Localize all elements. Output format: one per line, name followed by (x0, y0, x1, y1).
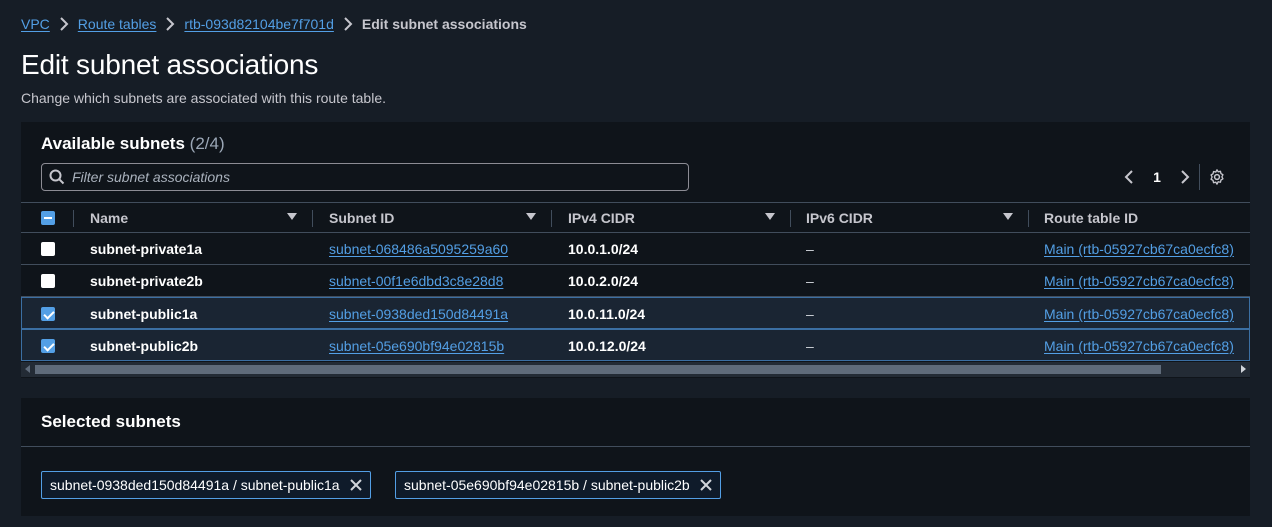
row-checkbox[interactable] (41, 338, 55, 353)
selected-subnet-token: subnet-05e690bf94e02815b / subnet-public… (395, 471, 721, 499)
ipv6-cidr: – (806, 337, 814, 354)
scrollbar-thumb[interactable] (35, 365, 1161, 374)
breadcrumb-vpc[interactable]: VPC (21, 16, 50, 32)
subnet-name: subnet-public1a (90, 305, 198, 322)
available-subnets-count: (2/4) (189, 134, 225, 153)
route-table-link[interactable]: Main (rtb-05927cb67ca0ecfc8) (1044, 298, 1234, 329)
search-icon (42, 169, 72, 185)
table-row[interactable]: subnet-private1a subnet-068486a5095259a6… (21, 233, 1250, 265)
remove-token-button[interactable] (346, 475, 366, 495)
subnet-id-link[interactable]: subnet-0938ded150d84491a (329, 298, 508, 329)
ipv4-cidr: 10.0.2.0/24 (568, 272, 639, 289)
ipv4-cidr: 10.0.1.0/24 (568, 240, 639, 257)
available-subnets-panel: Available subnets (2/4) 1 (21, 122, 1250, 378)
row-checkbox[interactable] (41, 273, 55, 288)
column-divider (1028, 210, 1029, 227)
close-icon (699, 479, 712, 491)
subnet-id-link[interactable]: subnet-00f1e6dbd3c8e28d8 (329, 265, 503, 296)
breadcrumb-route-tables[interactable]: Route tables (78, 16, 157, 32)
filter-input[interactable] (72, 169, 672, 185)
row-select-cell (41, 330, 55, 361)
breadcrumb-route-table-id[interactable]: rtb-093d82104be7f701d (184, 16, 333, 32)
column-divider (551, 210, 552, 227)
chevron-right-icon (50, 17, 78, 31)
row-select-cell (41, 265, 55, 296)
select-all-checkbox[interactable] (41, 211, 55, 225)
subnet-id-link[interactable]: subnet-05e690bf94e02815b (329, 330, 504, 361)
scroll-left-icon[interactable] (25, 365, 30, 373)
filter-field[interactable] (41, 163, 689, 191)
ipv4-cidr: 10.0.12.0/24 (568, 337, 646, 354)
scroll-right-icon[interactable] (1241, 365, 1246, 373)
sort-down-icon (765, 213, 775, 220)
column-route-table-label: Route table ID (1044, 210, 1139, 226)
page: VPC Route tables rtb-093d82104be7f701d E… (0, 0, 1272, 527)
column-divider (790, 210, 791, 227)
table-header: Name Subnet ID IPv4 CIDR IPv6 CIDR Route… (21, 202, 1250, 233)
breadcrumb-current: Edit subnet associations (361, 16, 527, 32)
horizontal-scrollbar[interactable] (21, 362, 1250, 377)
next-page-button[interactable] (1176, 165, 1194, 189)
chevron-right-icon (334, 17, 362, 31)
column-subnet-id-label: Subnet ID (329, 210, 395, 226)
page-title: Edit subnet associations (21, 49, 319, 80)
column-header-route-table[interactable]: Route table ID (1044, 203, 1244, 233)
column-divider (312, 210, 313, 227)
remove-token-button[interactable] (696, 475, 716, 495)
table-row-selected[interactable]: subnet-public1a subnet-0938ded150d84491a… (21, 297, 1250, 329)
settings-button[interactable] (1206, 166, 1228, 188)
column-divider (73, 210, 74, 227)
column-header-subnet-id[interactable]: Subnet ID (329, 203, 550, 233)
column-ipv6-label: IPv6 CIDR (806, 210, 873, 226)
table-row-selected[interactable]: subnet-public2b subnet-05e690bf94e02815b… (21, 329, 1250, 361)
chevron-left-icon (1124, 170, 1133, 184)
close-icon (349, 479, 362, 491)
row-checkbox[interactable] (41, 241, 55, 256)
chevron-right-icon (1181, 170, 1190, 184)
route-table-link[interactable]: Main (rtb-05927cb67ca0ecfc8) (1044, 330, 1234, 361)
route-table-link[interactable]: Main (rtb-05927cb67ca0ecfc8) (1044, 265, 1234, 296)
chevron-right-icon (156, 17, 184, 31)
pagination: 1 (1120, 164, 1194, 190)
ipv4-cidr: 10.0.11.0/24 (568, 305, 646, 322)
column-header-ipv4[interactable]: IPv4 CIDR (568, 203, 789, 233)
breadcrumb: VPC Route tables rtb-093d82104be7f701d E… (21, 15, 527, 33)
divider (21, 446, 1250, 447)
pagination-divider (1199, 164, 1200, 190)
row-checkbox[interactable] (41, 306, 55, 321)
token-label: subnet-05e690bf94e02815b / subnet-public… (404, 477, 690, 493)
gear-icon (1210, 169, 1224, 185)
column-ipv4-label: IPv4 CIDR (568, 210, 635, 226)
selected-subnets-panel: Selected subnets subnet-0938ded150d84491… (21, 398, 1250, 516)
ipv6-cidr: – (806, 272, 814, 289)
available-subnets-title: Available subnets (41, 134, 185, 153)
selected-subnets-heading: Selected subnets (41, 412, 181, 431)
page-description: Change which subnets are associated with… (21, 90, 386, 106)
column-name-label: Name (90, 210, 129, 226)
ipv6-cidr: – (806, 305, 814, 322)
subnet-name: subnet-private1a (90, 240, 203, 257)
subnet-name: subnet-private2b (90, 272, 203, 289)
previous-page-button[interactable] (1120, 165, 1138, 189)
sort-down-icon (1003, 213, 1013, 220)
available-subnets-heading: Available subnets (2/4) (41, 134, 225, 154)
column-header-ipv6[interactable]: IPv6 CIDR (806, 203, 1027, 233)
route-table-link[interactable]: Main (rtb-05927cb67ca0ecfc8) (1044, 233, 1234, 264)
ipv6-cidr: – (806, 240, 814, 257)
token-label: subnet-0938ded150d84491a / subnet-public… (50, 477, 340, 493)
table-row[interactable]: subnet-private2b subnet-00f1e6dbd3c8e28d… (21, 265, 1250, 297)
subnet-id-link[interactable]: subnet-068486a5095259a60 (329, 233, 508, 264)
subnets-table: Name Subnet ID IPv4 CIDR IPv6 CIDR Route… (21, 202, 1250, 361)
selected-subnet-token: subnet-0938ded150d84491a / subnet-public… (41, 471, 371, 499)
subnet-name: subnet-public2b (90, 337, 199, 354)
page-number[interactable]: 1 (1148, 169, 1166, 185)
column-header-name[interactable]: Name (90, 203, 311, 233)
sort-down-icon (526, 213, 536, 220)
row-select-cell (41, 233, 55, 264)
row-select-cell (41, 298, 55, 329)
sort-down-icon (287, 213, 297, 220)
select-all-cell (41, 203, 61, 233)
